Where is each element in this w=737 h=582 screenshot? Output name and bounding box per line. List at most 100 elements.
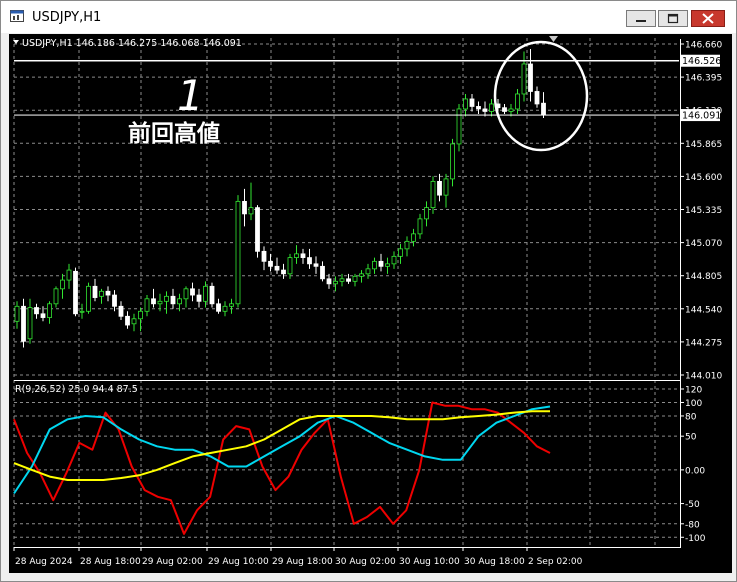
indicator-tick-label: -100 <box>685 534 706 544</box>
candle-body <box>463 98 468 110</box>
previous-high-line <box>14 59 679 62</box>
candle-body <box>248 207 254 215</box>
candle-body <box>443 178 449 196</box>
time-tick-label: 28 Aug 18:00 <box>80 557 141 567</box>
time-tick-label: 29 Aug 18:00 <box>272 557 333 567</box>
candle-body <box>40 313 46 318</box>
candle-body <box>34 307 39 315</box>
candle-body <box>508 108 514 112</box>
candle-body <box>255 207 260 252</box>
indicator-tick-label: 120 <box>685 386 702 396</box>
indicator-tick-label: -50 <box>685 500 700 510</box>
candle-body <box>417 218 423 235</box>
candle-body <box>430 180 436 209</box>
candle-body <box>437 180 442 196</box>
window-title: USDJPY,H1 <box>32 10 102 25</box>
candle-body <box>391 255 397 265</box>
price-tick-label: 145.335 <box>685 206 722 216</box>
time-tick-label: 2 Sep 02:00 <box>528 557 583 567</box>
time-tick-label: 30 Aug 02:00 <box>335 557 396 567</box>
price-tick-label: 144.010 <box>685 372 722 382</box>
candle-body <box>424 207 429 220</box>
minimize-button[interactable] <box>626 10 656 27</box>
candle-body <box>534 91 540 105</box>
time-scale-border <box>14 547 681 548</box>
candle-body <box>502 107 507 112</box>
price-tick-label: 146.660 <box>685 41 722 51</box>
minimize-icon <box>636 20 646 22</box>
candle-body <box>300 253 306 258</box>
time-tick-label: 28 Aug 2024 <box>15 557 73 567</box>
chart-window: USDJPY,H1 146.660146.395146.130145.86514… <box>0 0 737 582</box>
candle-body <box>404 240 410 250</box>
maximize-icon <box>667 13 679 24</box>
price-header: USDJPY,H1 146.186 146.275 146.068 146.09… <box>22 38 242 49</box>
candle-body <box>118 305 124 317</box>
candle-body <box>450 143 455 180</box>
candle-body <box>66 269 72 281</box>
candle-body <box>196 294 202 302</box>
candle-body <box>378 260 384 267</box>
close-icon <box>702 13 714 24</box>
candle-body <box>339 278 345 282</box>
annotation-label: 前回高値 <box>128 120 220 147</box>
candle-body <box>14 305 20 322</box>
indicator-tick-label: 100 <box>685 399 702 409</box>
previous-high-price-label: 146.526 <box>682 56 721 67</box>
candle-body <box>216 303 221 312</box>
candle-body <box>125 315 130 326</box>
candle-body <box>183 288 189 300</box>
time-tick-label: 30 Aug 18:00 <box>464 557 525 567</box>
candle-body <box>274 265 280 271</box>
candle-body <box>131 318 137 325</box>
candle-body <box>53 288 59 305</box>
candle-body <box>346 278 351 282</box>
price-tick-label: 145.070 <box>685 239 722 249</box>
current-price-line <box>14 114 679 116</box>
chart-area[interactable]: 146.660146.395146.130145.865145.600145.3… <box>9 34 732 573</box>
candle-body <box>209 285 215 305</box>
candle-body <box>27 307 33 340</box>
candle-body <box>222 305 228 312</box>
candle-body <box>456 108 462 145</box>
candle-body <box>190 288 195 296</box>
candle-body <box>515 93 520 110</box>
candle-body <box>307 257 312 265</box>
price-tick-label: 144.540 <box>685 305 722 315</box>
annotation-number: 1 <box>177 71 204 120</box>
candle-body <box>398 248 403 257</box>
candle-body <box>476 106 481 110</box>
candle-body <box>157 300 163 305</box>
price-tick-label: 146.395 <box>685 74 722 84</box>
candle-body <box>411 233 416 242</box>
candle-body <box>261 250 267 262</box>
indicator-tick-label: 50 <box>685 433 697 443</box>
price-tick-label: 144.805 <box>685 272 722 282</box>
title-bar[interactable]: USDJPY,H1 <box>1 1 736 33</box>
candle-body <box>164 295 169 302</box>
indicator-tick-label: -80 <box>685 520 700 530</box>
candle-body <box>170 295 176 305</box>
candle-body <box>320 265 325 280</box>
candle-body <box>521 63 527 95</box>
time-tick-label: 29 Aug 10:00 <box>208 557 269 567</box>
candle-body <box>469 98 475 107</box>
candle-body <box>92 285 98 298</box>
candle-body <box>112 294 117 307</box>
candle-body <box>105 290 111 296</box>
candle-body <box>352 275 358 282</box>
candle-body <box>489 103 494 112</box>
candle-body <box>229 303 234 307</box>
candle-body <box>242 200 247 215</box>
close-button[interactable] <box>691 10 725 27</box>
time-tick-label: 29 Aug 02:00 <box>142 557 203 567</box>
candle-body <box>79 310 85 313</box>
time-tick-label: 30 Aug 10:00 <box>399 557 460 567</box>
candle-body <box>281 269 286 275</box>
candle-body <box>99 290 104 297</box>
candle-body <box>385 263 390 267</box>
candle-body <box>73 270 78 315</box>
candle-body <box>333 280 338 285</box>
maximize-button[interactable] <box>658 10 688 27</box>
price-tick-label: 145.600 <box>685 173 722 183</box>
